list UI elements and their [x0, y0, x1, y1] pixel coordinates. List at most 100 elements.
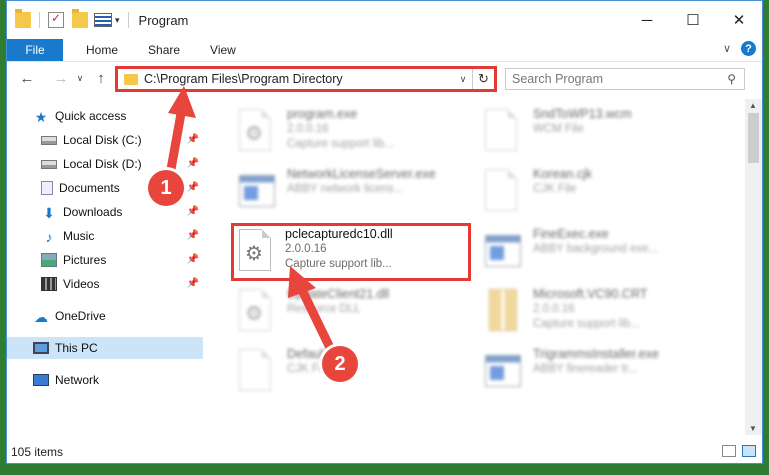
tab-home[interactable]: Home — [71, 43, 133, 57]
file-name: Microsoft.VC90.CRT — [533, 287, 648, 301]
recent-locations-dropdown[interactable]: ∨ — [73, 67, 87, 91]
blank-file-icon — [485, 109, 521, 153]
ribbon-tabs: File Home Share View ∨ ? — [7, 39, 762, 61]
file-description: Capture support lib... — [285, 258, 392, 270]
divider — [39, 12, 40, 28]
explorer-window: ▾ Program ─ ☐ ✕ File Home Share View ∨ ?… — [6, 0, 763, 464]
customize-toolbar-dropdown-icon[interactable]: ▾ — [115, 15, 120, 26]
file-type: CJK File — [533, 183, 577, 195]
file-item[interactable]: NetworkLicenseServer.exe ABBY network li… — [231, 163, 471, 221]
sidebar-item-label: Network — [55, 373, 100, 387]
sidebar-item-quick-access[interactable]: ★ Quick access — [7, 105, 203, 127]
pin-icon[interactable]: 📌 — [187, 254, 199, 265]
help-icon[interactable]: ? — [741, 41, 756, 56]
divider — [127, 12, 129, 28]
blank-file-icon — [239, 349, 275, 393]
pin-icon[interactable]: 📌 — [187, 278, 199, 289]
sidebar-item-label: Documents — [59, 181, 120, 195]
file-item[interactable]: Microsoft.VC90.CRT 2.0.0.16 Capture supp… — [477, 283, 717, 341]
sidebar-item-label: Downloads — [63, 205, 123, 219]
title-bar: ▾ Program ─ ☐ ✕ — [7, 1, 762, 39]
file-name: UpdateClient21.dll — [287, 287, 390, 301]
forward-button[interactable]: → — [49, 67, 73, 91]
expand-ribbon-icon[interactable]: ∨ — [723, 42, 731, 55]
scroll-thumb[interactable] — [748, 113, 759, 163]
file-item[interactable]: SndToWP13.wcm WCM File — [477, 103, 717, 161]
tiles-view-icon[interactable] — [742, 445, 756, 457]
drive-icon — [41, 159, 57, 169]
step-marker-2: 2 — [322, 346, 358, 382]
file-description: Capture support lib... — [533, 318, 640, 330]
sidebar-item-music[interactable]: ♪ Music 📌 — [7, 225, 203, 247]
back-button[interactable]: ← — [15, 67, 39, 91]
up-button[interactable]: ↑ — [89, 67, 113, 91]
gear-file-icon: ⚙ — [239, 109, 275, 153]
file-name: program.exe — [287, 107, 358, 121]
sidebar-item-label: Local Disk (C:) — [63, 133, 142, 147]
sidebar-item-label: This PC — [55, 341, 98, 355]
music-icon: ♪ — [45, 229, 53, 245]
file-type: WCM File — [533, 123, 584, 135]
ribbon-right: ∨ ? — [723, 41, 756, 56]
new-folder-icon[interactable] — [72, 9, 88, 28]
sidebar-item-this-pc[interactable]: This PC — [7, 337, 203, 359]
refresh-button[interactable]: ↻ — [472, 69, 494, 89]
network-icon — [33, 374, 49, 386]
pin-icon[interactable]: 📌 — [187, 230, 199, 241]
file-name: Korean.cjk — [533, 167, 593, 181]
maximize-button[interactable]: ☐ — [670, 1, 716, 39]
minimize-button[interactable]: ─ — [624, 1, 670, 39]
file-item[interactable]: ⚙ program.exe 2.0.0.16 Capture support l… — [231, 103, 471, 161]
scroll-up-icon[interactable]: ▲ — [749, 101, 757, 110]
vertical-scrollbar[interactable]: ▲ ▼ — [745, 99, 762, 435]
details-view-icon[interactable] — [722, 445, 736, 457]
drive-icon — [41, 135, 57, 145]
properties-icon[interactable] — [48, 11, 64, 28]
search-placeholder: Search Program — [512, 72, 604, 86]
address-dropdown-icon[interactable]: ∨ — [454, 74, 472, 85]
highlighted-file-item[interactable]: ⚙ pclecapturedc10.dll 2.0.0.16 Capture s… — [231, 223, 471, 281]
file-description: Resource DLL — [287, 303, 361, 315]
file-description: ABBY finereader tr... — [533, 363, 638, 375]
file-item[interactable]: ⚙ UpdateClient21.dll Resource DLL — [231, 283, 471, 341]
file-description: ABBY network licens... — [287, 183, 404, 195]
pin-icon[interactable]: 📌 — [187, 182, 199, 193]
scroll-down-icon[interactable]: ▼ — [749, 424, 757, 433]
cloud-icon: ☁ — [34, 309, 48, 325]
folder-icon — [15, 9, 31, 28]
gear-file-icon: ⚙ — [239, 229, 275, 273]
pictures-icon — [41, 253, 57, 267]
file-version: 2.0.0.16 — [285, 243, 327, 255]
pin-icon[interactable]: 📌 — [187, 158, 199, 169]
view-switcher — [722, 445, 756, 457]
pin-icon[interactable]: 📌 — [187, 206, 199, 217]
computer-icon — [33, 342, 49, 354]
file-name: pclecapturedc10.dll — [285, 227, 393, 241]
file-item[interactable]: FineExec.exe ABBY background exe... — [477, 223, 717, 281]
folder-icon — [124, 73, 138, 85]
sidebar-item-local-disk-c[interactable]: Local Disk (C:) 📌 — [7, 129, 203, 151]
tab-share[interactable]: Share — [133, 43, 195, 57]
sidebar-item-onedrive[interactable]: ☁ OneDrive — [7, 305, 203, 327]
navigation-bar: ← → ∨ ↑ C:\Program Files\Program Directo… — [7, 61, 762, 95]
file-description: ABBY background exe... — [533, 243, 659, 255]
file-name: FineExec.exe — [533, 227, 609, 241]
file-item[interactable]: TrigrammsInstaller.exe ABBY finereader t… — [477, 343, 717, 401]
address-bar[interactable]: C:\Program Files\Program Directory ∨ ↻ — [115, 66, 497, 92]
tab-file[interactable]: File — [7, 39, 63, 61]
close-button[interactable]: ✕ — [716, 1, 762, 39]
address-path[interactable]: C:\Program Files\Program Directory — [144, 72, 454, 86]
view-icon[interactable] — [94, 13, 112, 27]
sidebar-item-network[interactable]: Network — [7, 369, 203, 391]
app-icon — [485, 349, 521, 393]
window-controls: ─ ☐ ✕ — [624, 1, 762, 39]
pin-icon[interactable]: 📌 — [187, 134, 199, 145]
file-name: NetworkLicenseServer.exe — [287, 167, 436, 181]
search-input[interactable]: Search Program ⚲ — [505, 68, 745, 90]
sidebar-item-pictures[interactable]: Pictures 📌 — [7, 249, 203, 271]
app-icon — [485, 229, 521, 273]
file-item[interactable]: Korean.cjk CJK File — [477, 163, 717, 221]
step-marker-1: 1 — [148, 170, 184, 206]
sidebar-item-videos[interactable]: Videos 📌 — [7, 273, 203, 295]
tab-view[interactable]: View — [195, 43, 251, 57]
